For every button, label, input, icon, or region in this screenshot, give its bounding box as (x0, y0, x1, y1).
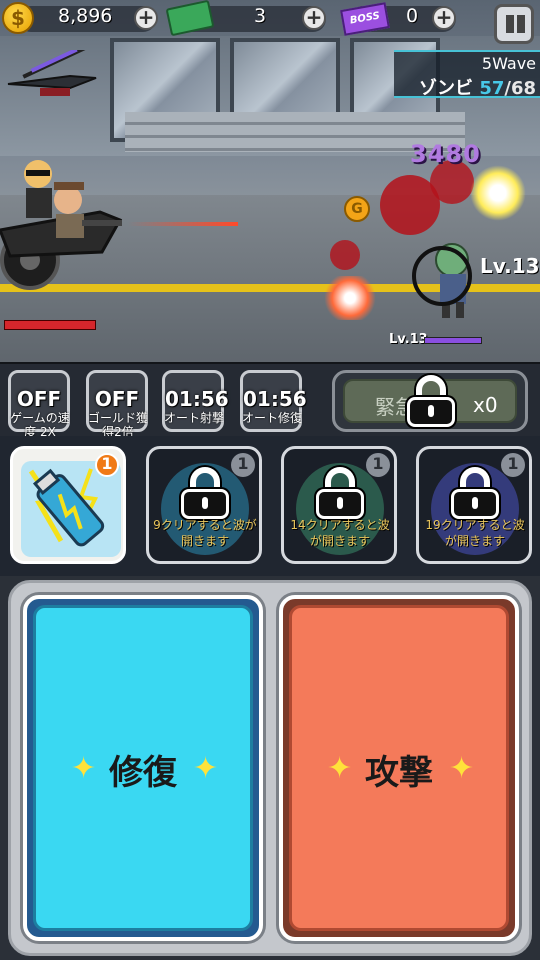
skill-label: ゲームの速度 2X (10, 411, 70, 439)
skill-value: OFF (94, 387, 140, 411)
locked-item-card[interactable]: 1 9クリアすると波が開きます (146, 446, 262, 564)
gold-coin-icon: $ (2, 2, 34, 34)
skill-bar: OFF ゲームの速度 2X OFF ゴールド獲得2倍 01:56 オート射撃 0… (0, 362, 540, 439)
emergency-count: x0 (473, 393, 498, 417)
item-count-badge: 1 (231, 453, 255, 477)
player-motorbike (0, 160, 123, 290)
item-count-badge: 1 (501, 453, 525, 477)
add-gold-button[interactable]: + (134, 6, 158, 30)
locked-item-card[interactable]: 1 19クリアすると波が開きます (416, 446, 532, 564)
skill-timer: 01:56 (165, 387, 229, 411)
item-count-badge: 1 (95, 453, 119, 477)
emergency-button[interactable]: 緊急 x0 (332, 370, 528, 432)
repair-button[interactable]: ✦ 修復 ✦ (23, 595, 263, 941)
item-cards: 1 1 9クリアすると波が開きます 1 14クリアすると波が開きます 1 19ク… (0, 436, 540, 576)
lightning-item-card[interactable]: 1 (10, 446, 126, 564)
skill-value: OFF (16, 387, 62, 411)
locked-item-card[interactable]: 1 14クリアすると波が開きます (281, 446, 397, 564)
gold-amount: 8,896 (58, 5, 113, 27)
sparkle-icon: ✦ (449, 751, 475, 786)
pause-button[interactable] (494, 4, 534, 44)
cash-amount: 3 (254, 5, 267, 27)
attack-button[interactable]: ✦ 攻撃 ✦ (279, 595, 519, 941)
item-count-badge: 1 (366, 453, 390, 477)
enemy-level: Lv.13 (480, 254, 540, 278)
skill-label: オート修復 (241, 411, 302, 425)
add-cash-button[interactable]: + (302, 6, 326, 30)
enemy-name: ゾンビ (419, 78, 474, 99)
auto-shoot-toggle[interactable]: 01:56 オート射撃 (162, 370, 229, 432)
unlock-hint: 19クリアすると波が開きます (425, 518, 525, 548)
game-scene: $ 8,896 + 3 + BOSS 0 + 5Wave ゾンビ 57/68 G… (0, 0, 540, 362)
attack-label: 攻撃 (365, 753, 433, 793)
helicopter-icon (7, 50, 97, 96)
skill-label: オート射撃 (163, 411, 224, 425)
lock-icon (316, 467, 364, 519)
action-panel: ✦ 修復 ✦ ✦ 攻撃 ✦ (8, 580, 532, 956)
unlock-hint: 9クリアすると波が開きます (153, 518, 257, 548)
wave-label: 5Wave (481, 54, 536, 73)
unlock-hint: 14クリアすると波が開きます (290, 518, 390, 548)
skill-timer: 01:56 (243, 387, 307, 411)
bullet-trail (128, 222, 238, 226)
enemy-count-total: /68 (504, 78, 536, 99)
wave-info: 5Wave ゾンビ 57/68 (394, 50, 540, 100)
zombie-level: Lv.13 (389, 332, 428, 347)
double-gold-toggle[interactable]: OFF ゴールド獲得2倍 (86, 370, 148, 439)
add-boss-ticket-button[interactable]: + (432, 6, 456, 30)
player-health-bar (4, 320, 96, 330)
enemy-count-current: 57 (479, 78, 505, 99)
skill-label: ゴールド獲得2倍 (87, 411, 148, 439)
auto-repair-toggle[interactable]: 01:56 オート修復 (240, 370, 307, 432)
explosion-effect (470, 165, 526, 221)
sparkle-icon: ✦ (193, 751, 219, 786)
speed-2x-toggle[interactable]: OFF ゲームの速度 2X (8, 370, 70, 439)
target-reticle-icon (412, 246, 472, 306)
dropped-coin-icon: G (344, 196, 370, 222)
lock-icon (407, 375, 455, 427)
lock-icon (181, 467, 229, 519)
impact-effect (322, 276, 378, 320)
enemy-count: ゾンビ 57/68 (419, 74, 536, 100)
blood-splatter (330, 240, 360, 270)
zombie-health-bar (424, 337, 482, 344)
damage-number: 3480 (410, 140, 481, 168)
boss-ticket-amount: 0 (406, 5, 419, 27)
lock-icon (451, 467, 499, 519)
repair-label: 修復 (109, 753, 177, 793)
